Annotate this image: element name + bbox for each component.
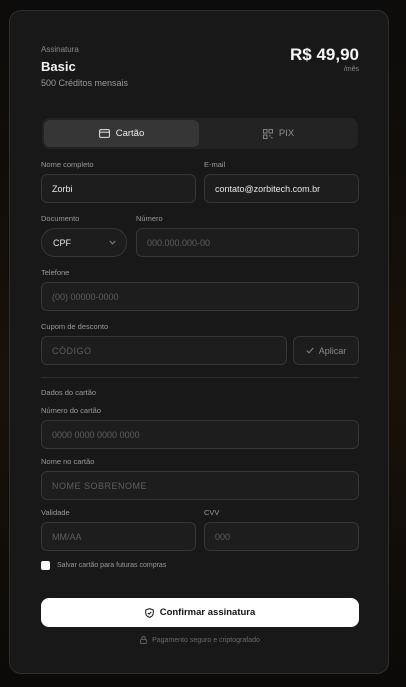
plan-period: /mês: [343, 66, 359, 73]
apply-coupon-button[interactable]: Aplicar: [293, 336, 359, 365]
phone-label: Telefone: [41, 268, 70, 277]
tab-pix-label: PIX: [278, 128, 295, 139]
card-number-label: Número do cartão: [41, 406, 102, 415]
card-name-label: Nome no cartão: [41, 457, 95, 466]
coupon-input[interactable]: [41, 336, 287, 365]
confirm-subscription-button[interactable]: Confirmar assinatura: [41, 598, 359, 627]
number-label: Número: [136, 214, 163, 223]
tab-card-label: Cartão: [115, 128, 145, 139]
apply-coupon-label: Aplicar: [318, 345, 347, 356]
card-section-title: Dados do cartão: [41, 388, 97, 397]
qr-code-icon: [262, 128, 273, 139]
credit-card-icon: [98, 129, 110, 138]
card-number-input[interactable]: [41, 420, 359, 449]
section-divider: [41, 377, 359, 378]
tab-pix[interactable]: PIX: [201, 120, 356, 147]
save-card-checkbox[interactable]: [41, 561, 50, 570]
shield-check-icon: [144, 607, 154, 618]
plan-description: 500 Créditos mensais: [41, 78, 129, 88]
document-select-value: CPF: [53, 237, 71, 248]
tab-card[interactable]: Cartão: [44, 120, 199, 147]
email-label: E-mail: [204, 160, 226, 169]
plan-kicker: Assinatura: [41, 45, 79, 54]
expiry-label: Validade: [41, 508, 70, 517]
cvv-input[interactable]: [204, 522, 359, 551]
checkout-card: Assinatura Basic 500 Créditos mensais R$…: [9, 10, 389, 674]
full-name-label: Nome completo: [41, 160, 94, 169]
document-number-input[interactable]: [136, 228, 359, 257]
full-name-input[interactable]: [41, 174, 196, 203]
confirm-subscription-label: Confirmar assinatura: [159, 607, 256, 618]
save-card-label: Salvar cartão para futuras compras: [57, 562, 167, 569]
email-input[interactable]: [204, 174, 359, 203]
check-icon: [306, 347, 314, 354]
plan-price: R$ 49,90: [290, 45, 359, 64]
document-select[interactable]: CPF: [41, 228, 127, 257]
payment-method-tabs: Cartão PIX: [42, 118, 358, 149]
card-name-input[interactable]: [41, 471, 359, 500]
document-label: Documento: [41, 214, 80, 223]
chevron-down-icon: [109, 240, 116, 245]
plan-name: Basic: [41, 59, 76, 74]
phone-input[interactable]: [41, 282, 359, 311]
coupon-label: Cupom de desconto: [41, 322, 109, 331]
expiry-input[interactable]: [41, 522, 196, 551]
secure-payment-text: Pagamento seguro e criptografado: [152, 636, 260, 644]
secure-payment-note: Pagamento seguro e criptografado: [41, 636, 359, 644]
cvv-label: CVV: [204, 508, 220, 517]
lock-icon: [140, 636, 147, 644]
